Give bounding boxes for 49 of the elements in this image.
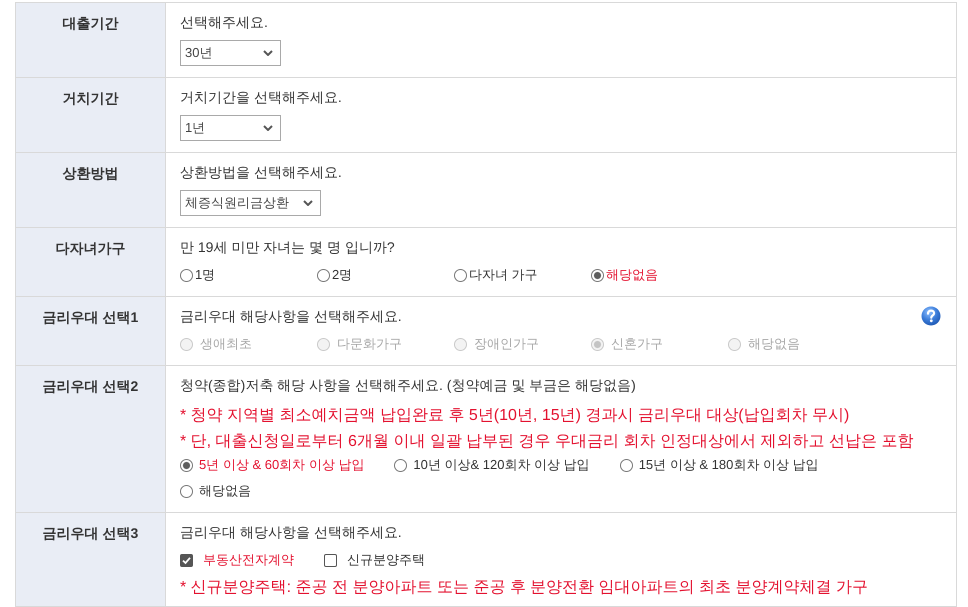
option-label: 해당없음	[199, 482, 251, 500]
radio-button[interactable]	[394, 458, 408, 472]
option-label: 해당없음	[606, 266, 658, 284]
radio-button[interactable]	[591, 268, 604, 282]
field-label: 거치기간	[16, 78, 166, 152]
option-label: 2명	[332, 266, 352, 284]
instruction-text: 금리우대 해당사항을 선택해주세요.	[180, 523, 402, 542]
option-label: 1명	[195, 266, 216, 284]
radio-button[interactable]	[180, 458, 193, 472]
field-label: 금리우대 선택1	[16, 297, 166, 365]
field-label: 다자녀가구	[16, 228, 166, 296]
option-label: 신규분양주택	[347, 551, 425, 569]
chevron-down-icon	[303, 200, 313, 206]
instruction-text: 청약(종합)저축 해당 사항을 선택해주세요. (청약예금 및 부금은 해당없음)	[180, 376, 636, 395]
option-label: 부동산전자계약	[203, 551, 294, 569]
help-icon[interactable]	[921, 306, 941, 326]
checkbox[interactable]	[324, 554, 337, 566]
instruction-text: 선택해주세요.	[180, 13, 268, 32]
radio-button[interactable]	[620, 458, 633, 472]
option-label: 다문화가구	[337, 335, 402, 353]
radio-button[interactable]	[180, 268, 193, 282]
option-label: 생애최초	[200, 335, 252, 353]
dropdown[interactable]: 1년	[180, 115, 281, 141]
instruction-text: 거치기간을 선택해주세요.	[180, 88, 342, 107]
option-label: 10년 이상& 120회차 이상 납입	[413, 456, 590, 474]
dropdown[interactable]: 체증식원리금상환	[180, 190, 321, 216]
note-text: * 단, 대출신청일로부터 6개월 이내 일괄 납부된 경우 우대금리 회차 인정대상에서 제외하고 선납은 포함	[180, 432, 914, 452]
note-text: * 신규분양주택: 준공 전 분양아파트 또는 준공 후 분양전환 임대아파트의 최초 분양계약체결 가구	[180, 578, 868, 598]
chevron-down-icon	[263, 125, 273, 131]
option-label: 다자녀 가구	[469, 266, 538, 284]
instruction-text: 상환방법을 선택해주세요.	[180, 163, 342, 182]
radio-button[interactable]	[180, 484, 193, 498]
checkbox[interactable]	[180, 554, 193, 566]
field-label: 대출기간	[16, 3, 166, 77]
radio-button[interactable]	[317, 268, 330, 282]
instruction-text: 금리우대 해당사항을 선택해주세요.	[180, 307, 402, 326]
field-label: 상환방법	[16, 153, 166, 227]
chevron-down-icon	[263, 50, 273, 56]
option-label: 장애인가구	[474, 335, 539, 353]
option-label: 신혼가구	[611, 335, 663, 353]
option-label: 5년 이상 & 60회차 이상 납입	[199, 456, 364, 474]
note-text: * 청약 지역별 최소예치금액 납입완료 후 5년(10년, 15년) 경과시 금리우대 대상(납입회차 무시)	[180, 406, 850, 426]
field-label: 금리우대 선택3	[16, 513, 166, 606]
instruction-text: 만 19세 미만 자녀는 몇 명 입니까?	[180, 238, 395, 257]
radio-button[interactable]	[454, 268, 467, 282]
option-label: 해당없음	[748, 335, 800, 353]
field-label: 금리우대 선택2	[16, 366, 166, 512]
option-label: 15년 이상 & 180회차 이상 납입	[638, 456, 819, 474]
dropdown[interactable]: 30년	[180, 40, 281, 66]
